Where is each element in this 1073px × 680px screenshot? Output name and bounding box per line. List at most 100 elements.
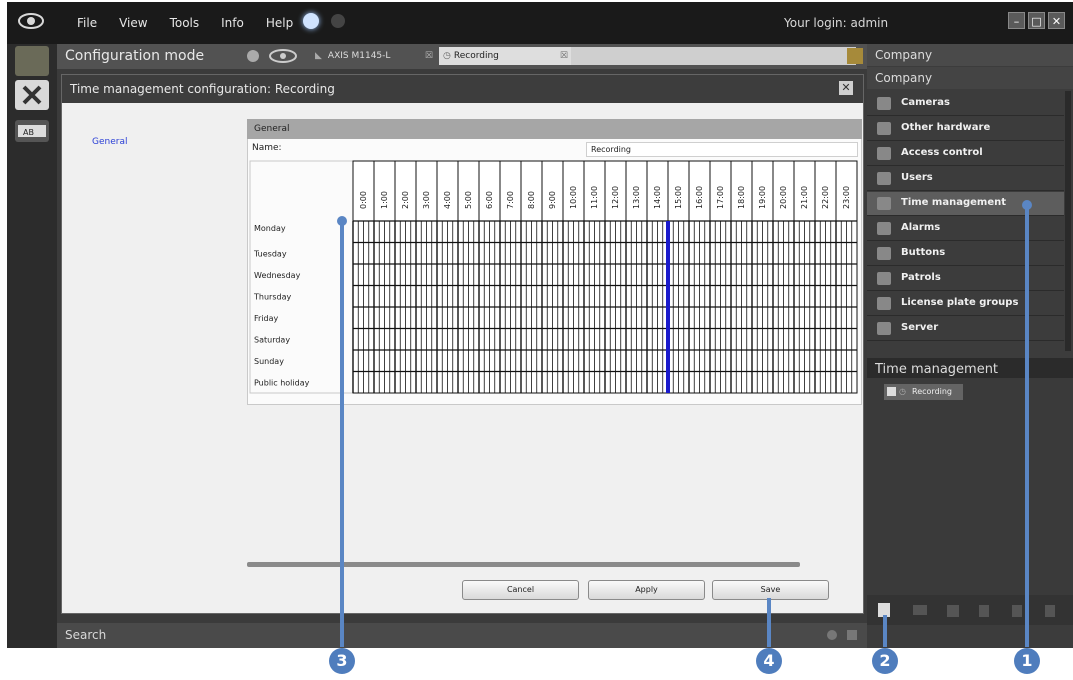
tree-item-other-hardware[interactable]: Other hardware xyxy=(867,117,1064,141)
mode-title: Configuration mode xyxy=(65,48,205,64)
tree-item-label: Cameras xyxy=(901,97,950,108)
user-icon xyxy=(877,172,891,185)
minimize-icon[interactable]: – xyxy=(1008,12,1025,29)
hour-header-cell xyxy=(394,160,417,222)
dialog-close-icon[interactable]: ✕ xyxy=(839,81,853,95)
tree-item-label: Access control xyxy=(901,147,983,158)
paste-icon[interactable] xyxy=(947,605,959,617)
day-label: Friday xyxy=(254,314,279,323)
delete-icon[interactable] xyxy=(1012,605,1022,617)
clock-icon: ◷ xyxy=(443,51,451,61)
callout-3-dot xyxy=(337,216,347,226)
tree-item-time-management[interactable]: Time management xyxy=(867,192,1064,216)
night-mode-icon[interactable] xyxy=(331,14,345,28)
right-panel: Company Company Cameras Other hardware Acc… xyxy=(867,44,1073,648)
button-icon xyxy=(877,247,891,260)
time-schedule-item-recording[interactable]: ◷ Recording xyxy=(884,384,963,400)
close-tab-icon[interactable]: ☒ xyxy=(560,47,568,65)
hour-label: 22:00 xyxy=(821,186,830,209)
close-tab-icon[interactable]: ☒ xyxy=(425,47,433,65)
sort-icon[interactable] xyxy=(1045,605,1055,617)
mode-bar: Configuration mode ◣ AXIS M1145-L ☒ ◷ Reco… xyxy=(57,44,867,69)
camera-icon xyxy=(877,97,891,110)
day-label: Tuesday xyxy=(253,250,287,259)
day-label: Wednesday xyxy=(254,271,301,280)
callout-1-line xyxy=(1025,205,1029,647)
company-header: Company xyxy=(867,67,1073,89)
save-button[interactable]: Save xyxy=(712,580,829,600)
hour-header-cell xyxy=(478,160,501,222)
hour-header-cell xyxy=(352,160,375,222)
tree-item-label: Server xyxy=(901,322,939,333)
tree-item-buttons[interactable]: Buttons xyxy=(867,242,1064,266)
callout-2-line xyxy=(883,615,887,647)
tree-item-label: Alarms xyxy=(901,222,941,233)
menu-help[interactable]: Help xyxy=(266,16,293,30)
edit-icon[interactable] xyxy=(979,605,989,617)
cancel-button[interactable]: Cancel xyxy=(462,580,579,600)
hour-label: 12:00 xyxy=(611,186,620,209)
hour-label: 10:00 xyxy=(569,186,578,209)
hour-header-cell xyxy=(373,160,396,222)
hour-label: 6:00 xyxy=(485,191,494,209)
hour-header-cell xyxy=(415,160,438,222)
tree-item-license-plate-groups[interactable]: License plate groups xyxy=(867,292,1064,316)
tab-recording[interactable]: ◷ Recording ☒ xyxy=(439,47,571,65)
hour-label: 7:00 xyxy=(506,191,515,209)
day-mode-icon[interactable] xyxy=(303,13,319,29)
tree-item-label: Other hardware xyxy=(901,122,991,133)
copy-icon[interactable] xyxy=(913,605,927,615)
close-icon[interactable]: ✕ xyxy=(1048,12,1065,29)
tree-item-label: Time management xyxy=(901,197,1007,208)
configuration-mode-icon[interactable] xyxy=(15,80,49,110)
menu-info[interactable]: Info xyxy=(221,16,244,30)
hour-label: 0:00 xyxy=(359,191,368,209)
tab-axis-camera[interactable]: ◣ AXIS M1145-L ☒ xyxy=(315,47,435,65)
horizontal-scrollbar[interactable] xyxy=(247,562,800,567)
day-label: Public holiday xyxy=(254,379,310,388)
tree-item-label: Patrols xyxy=(901,272,941,283)
tree-item-label: Buttons xyxy=(901,247,946,258)
hour-header-cell xyxy=(499,160,522,222)
hour-label: 1:00 xyxy=(380,191,389,209)
general-section-header: General xyxy=(247,119,862,139)
maximize-icon[interactable]: □ xyxy=(1028,12,1045,29)
tree-item-cameras[interactable]: Cameras xyxy=(867,92,1064,116)
hour-label: 20:00 xyxy=(779,186,788,209)
eye-logo-icon xyxy=(18,13,44,29)
menu-bar: File View Tools Info Help Your login: ad… xyxy=(7,2,1073,44)
license-plate-mode-icon[interactable]: AB xyxy=(15,120,49,142)
search-bar[interactable]: Search xyxy=(57,623,867,648)
callout-4-line xyxy=(767,598,771,647)
hour-label: 13:00 xyxy=(632,186,641,209)
tree-item-alarms[interactable]: Alarms xyxy=(867,217,1064,241)
time-management-dialog: Time management configuration: Recording… xyxy=(61,74,864,614)
tree-item-access-control[interactable]: Access control xyxy=(867,142,1064,166)
tree-item-users[interactable]: Users xyxy=(867,167,1064,191)
hardware-icon xyxy=(877,122,891,135)
tree-item-patrols[interactable]: Patrols xyxy=(867,267,1064,291)
menu-file[interactable]: File xyxy=(77,16,97,30)
view-eye-icon[interactable] xyxy=(267,47,303,65)
day-label: Saturday xyxy=(254,336,290,345)
hour-label: 23:00 xyxy=(842,186,851,209)
day-label: Monday xyxy=(254,224,286,233)
menu-tools[interactable]: Tools xyxy=(170,16,200,30)
collapse-icon[interactable] xyxy=(847,630,857,640)
tree-scrollbar[interactable] xyxy=(1065,91,1071,351)
menu-view[interactable]: View xyxy=(119,16,147,30)
search-help-icon[interactable] xyxy=(827,630,837,640)
tab-label: Recording xyxy=(453,51,499,61)
hour-header-cell xyxy=(457,160,480,222)
tab-strip-empty xyxy=(571,47,856,65)
monitor-mode-icon[interactable] xyxy=(15,46,49,76)
help-icon[interactable] xyxy=(247,50,259,62)
hour-header-cell xyxy=(541,160,564,222)
hour-header-cell xyxy=(520,160,543,222)
hour-label: 18:00 xyxy=(737,186,746,209)
scroll-tabs-icon[interactable] xyxy=(847,48,863,64)
hour-label: 8:00 xyxy=(527,191,536,209)
apply-button[interactable]: Apply xyxy=(588,580,705,600)
tree-item-server[interactable]: Server xyxy=(867,317,1064,341)
nav-general-link[interactable]: General xyxy=(92,137,127,147)
